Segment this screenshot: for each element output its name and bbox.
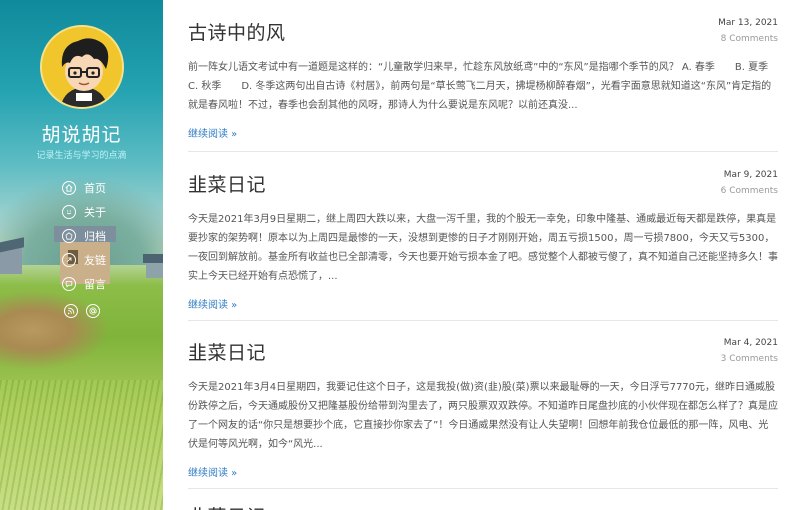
rss-icon[interactable] <box>64 304 78 318</box>
link-icon <box>62 253 76 267</box>
post-meta: Mar 9, 2021 6 Comments <box>721 170 778 196</box>
read-more-link[interactable]: 继续阅读 » <box>188 125 237 140</box>
post-comments-link[interactable]: 6 Comments <box>721 186 778 196</box>
read-more-link[interactable]: 继续阅读 » <box>188 296 237 311</box>
cartoon-avatar-icon <box>42 27 122 107</box>
background-path <box>0 290 110 370</box>
post-date: Mar 4, 2021 <box>723 338 778 348</box>
nav-item-label: 归档 <box>84 230 106 243</box>
post-card: 韭菜日记 <box>188 502 778 510</box>
nav-item-links[interactable]: 友链 <box>62 248 106 272</box>
nav-item-label: 关于 <box>84 206 106 219</box>
nav-item-about[interactable]: 关于 <box>62 200 106 224</box>
post-list: 古诗中的风 Mar 13, 2021 8 Comments 前一阵女儿语文考试中… <box>188 0 789 510</box>
post-card: 古诗中的风 Mar 13, 2021 8 Comments 前一阵女儿语文考试中… <box>188 18 789 141</box>
background-house <box>143 254 163 278</box>
nav-item-home[interactable]: 首页 <box>62 176 106 200</box>
nav-item-label: 友链 <box>84 254 106 267</box>
post-comments-link[interactable]: 8 Comments <box>718 34 778 44</box>
post-card: 韭菜日记 Mar 9, 2021 6 Comments 今天是2021年3月9日… <box>188 170 778 312</box>
nav-item-guestbook[interactable]: 留言 <box>62 272 106 296</box>
nav-item-label: 留言 <box>84 278 106 291</box>
post-title[interactable]: 韭菜日记 <box>188 170 778 197</box>
site-subtitle: 记录生活与学习的点滴 <box>36 151 127 161</box>
post-excerpt: 今天是2021年3月4日星期四，我要记住这个日子，这是我投(做)资(韭)股(菜)… <box>188 382 778 450</box>
post-divider <box>188 488 778 489</box>
smiley-icon <box>62 205 76 219</box>
background-grass <box>0 380 163 510</box>
post-title[interactable]: 韭菜日记 <box>188 338 778 365</box>
post-divider <box>188 320 778 321</box>
sidebar: 胡说胡记 记录生活与学习的点滴 首页 关于 归档 友链 留言 <box>0 0 163 510</box>
home-icon <box>62 181 76 195</box>
background-house <box>0 248 22 274</box>
comment-icon <box>62 277 76 291</box>
post-meta: Mar 13, 2021 8 Comments <box>718 18 778 44</box>
avatar[interactable] <box>40 25 124 109</box>
at-icon[interactable] <box>86 304 100 318</box>
site-title[interactable]: 胡说胡记 <box>0 120 163 147</box>
post-meta: Mar 4, 2021 3 Comments <box>721 338 778 364</box>
post-divider <box>188 151 778 152</box>
social-links <box>64 304 100 318</box>
post-date: Mar 9, 2021 <box>723 170 778 180</box>
post-excerpt: 今天是2021年3月9日星期二，继上周四大跌以来，大盘一泻千里，我的个股无一幸免… <box>188 214 778 282</box>
post-date: Mar 13, 2021 <box>718 18 778 28</box>
post-card: 韭菜日记 Mar 4, 2021 3 Comments 今天是2021年3月4日… <box>188 338 778 480</box>
read-more-link[interactable]: 继续阅读 » <box>188 464 237 479</box>
main-nav: 首页 关于 归档 友链 留言 <box>62 176 106 296</box>
post-title[interactable]: 韭菜日记 <box>188 502 778 510</box>
post-comments-link[interactable]: 3 Comments <box>721 354 778 364</box>
archive-icon <box>62 229 76 243</box>
post-title[interactable]: 古诗中的风 <box>188 18 778 45</box>
nav-item-archive[interactable]: 归档 <box>62 224 106 248</box>
nav-item-label: 首页 <box>84 182 106 195</box>
post-excerpt: 前一阵女儿语文考试中有一道题是这样的：“儿童散学归来早，忙趁东风放纸鸢”中的“东… <box>188 62 789 111</box>
